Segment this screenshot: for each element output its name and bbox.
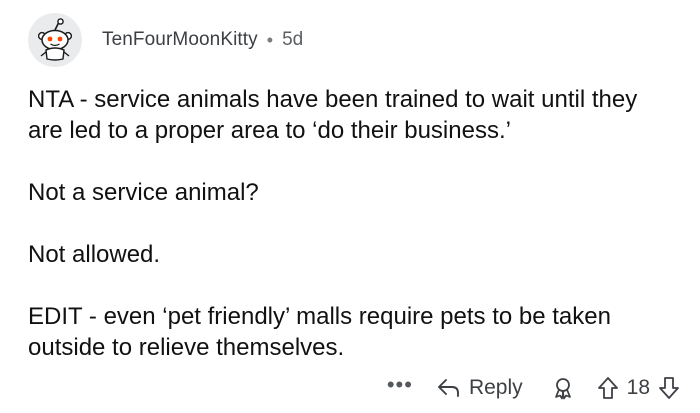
- more-options-button[interactable]: •••: [387, 374, 413, 396]
- vote-controls: 18: [597, 376, 680, 400]
- comment-actions: ••• Reply 18: [387, 368, 680, 408]
- award-button[interactable]: [551, 376, 575, 400]
- upvote-arrow-icon[interactable]: [597, 376, 619, 400]
- comment-body: NTA - service animals have been trained …: [28, 84, 678, 363]
- comment: TenFourMoonKitty • 5d NTA - service anim…: [0, 0, 700, 413]
- reply-button[interactable]: Reply: [437, 376, 523, 400]
- comment-paragraph: Not a service animal?: [28, 179, 259, 206]
- avatar[interactable]: [28, 13, 82, 67]
- comment-age: 5d: [282, 29, 304, 50]
- reply-label: Reply: [468, 376, 523, 399]
- reply-arrow-icon: [437, 377, 461, 399]
- comment-paragraph: Not allowed.: [28, 241, 161, 268]
- author-username[interactable]: TenFourMoonKitty: [102, 29, 258, 51]
- snoo-avatar-icon: [32, 17, 78, 63]
- award-icon: [551, 376, 575, 400]
- downvote-arrow-icon[interactable]: [658, 376, 680, 400]
- meta-separator: •: [266, 29, 274, 50]
- vote-score: 18: [626, 376, 650, 399]
- comment-paragraph: NTA - service animals have been trained …: [28, 86, 644, 144]
- comment-paragraph: EDIT - even ‘pet friendly’ malls require…: [28, 303, 625, 361]
- comment-header: TenFourMoonKitty • 5d: [28, 13, 304, 67]
